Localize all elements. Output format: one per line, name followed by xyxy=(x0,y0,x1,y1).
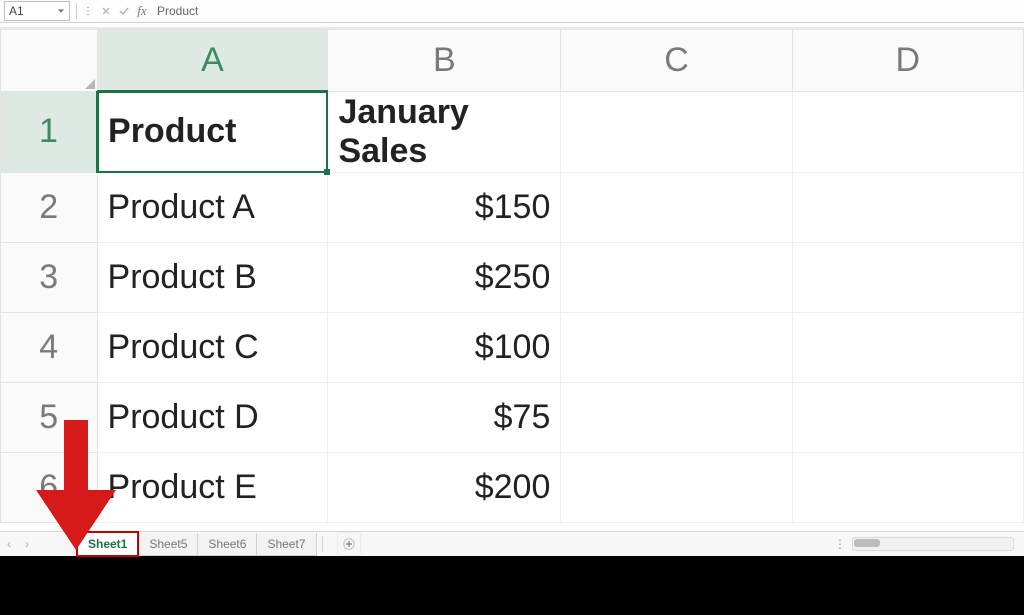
cell-C2[interactable] xyxy=(561,172,792,242)
cell-B5[interactable]: $75 xyxy=(328,382,561,452)
enter-formula-button[interactable] xyxy=(115,2,133,20)
table-row: 2Product A$150 xyxy=(1,172,1024,242)
cell-A6[interactable]: Product E xyxy=(97,452,328,522)
kebab-icon[interactable]: ⋮ xyxy=(83,6,97,17)
kebab-icon[interactable]: ⋮ xyxy=(834,537,846,551)
cell-D2[interactable] xyxy=(792,172,1023,242)
table-row: 1ProductJanuary Sales xyxy=(1,91,1024,172)
table-row: 4Product C$100 xyxy=(1,312,1024,382)
row-header-1[interactable]: 1 xyxy=(1,91,98,172)
grid-table: A B C D 1ProductJanuary Sales2Product A$… xyxy=(0,29,1024,523)
cell-C4[interactable] xyxy=(561,312,792,382)
name-box[interactable]: A1 xyxy=(4,1,70,21)
cell-C1[interactable] xyxy=(561,91,792,172)
cell-D1[interactable] xyxy=(792,91,1023,172)
tab-nav-next-button[interactable]: › xyxy=(18,533,36,555)
cell-A4[interactable]: Product C xyxy=(97,312,328,382)
cell-A3[interactable]: Product B xyxy=(97,242,328,312)
scrollbar-thumb[interactable] xyxy=(854,539,880,547)
tab-nav-prev-button[interactable]: ‹ xyxy=(0,533,18,555)
cancel-formula-button[interactable] xyxy=(97,2,115,20)
cell-B2[interactable]: $150 xyxy=(328,172,561,242)
cell-C6[interactable] xyxy=(561,452,792,522)
table-row: 6Product E$200 xyxy=(1,452,1024,522)
name-box-value: A1 xyxy=(9,4,57,18)
cell-D3[interactable] xyxy=(792,242,1023,312)
cell-A5[interactable]: Product D xyxy=(97,382,328,452)
column-header-A[interactable]: A xyxy=(97,30,328,92)
table-row: 5Product D$75 xyxy=(1,382,1024,452)
separator xyxy=(76,3,77,19)
cell-B1[interactable]: January Sales xyxy=(328,91,561,172)
cell-B3[interactable]: $250 xyxy=(328,242,561,312)
sheet-tab-bar: ‹ › Sheet1Sheet5Sheet6Sheet7 ⋮ xyxy=(0,531,1024,556)
cell-D4[interactable] xyxy=(792,312,1023,382)
cell-A1[interactable]: Product xyxy=(97,91,328,172)
cell-D5[interactable] xyxy=(792,382,1023,452)
select-all-corner[interactable] xyxy=(1,30,98,92)
cell-A2[interactable]: Product A xyxy=(97,172,328,242)
select-all-triangle-icon xyxy=(85,79,95,89)
name-box-dropdown-icon[interactable] xyxy=(57,7,65,15)
annotation-red-arrow xyxy=(36,420,116,550)
cell-C3[interactable] xyxy=(561,242,792,312)
cell-B6[interactable]: $200 xyxy=(328,452,561,522)
formula-bar: A1 ⋮ fx Product xyxy=(0,0,1024,23)
row-header-4[interactable]: 4 xyxy=(1,312,98,382)
sheet-tab-sheet5[interactable]: Sheet5 xyxy=(138,533,198,556)
row-header-2[interactable]: 2 xyxy=(1,172,98,242)
insert-function-button[interactable]: fx xyxy=(133,2,151,20)
column-header-D[interactable]: D xyxy=(792,30,1023,92)
column-header-B[interactable]: B xyxy=(328,30,561,92)
row-header-3[interactable]: 3 xyxy=(1,242,98,312)
black-footer-strip xyxy=(0,556,1024,615)
formula-content[interactable]: Product xyxy=(151,4,1024,18)
sheet-tab-sheet7[interactable]: Sheet7 xyxy=(256,533,316,556)
spreadsheet-grid: A B C D 1ProductJanuary Sales2Product A$… xyxy=(0,29,1024,523)
table-row: 3Product B$250 xyxy=(1,242,1024,312)
cell-D6[interactable] xyxy=(792,452,1023,522)
cell-C5[interactable] xyxy=(561,382,792,452)
column-header-C[interactable]: C xyxy=(561,30,792,92)
sheet-tab-sheet6[interactable]: Sheet6 xyxy=(197,533,257,556)
cell-B4[interactable]: $100 xyxy=(328,312,561,382)
new-sheet-button[interactable] xyxy=(337,532,361,556)
horizontal-scrollbar[interactable] xyxy=(852,537,1014,551)
separator xyxy=(322,536,323,552)
